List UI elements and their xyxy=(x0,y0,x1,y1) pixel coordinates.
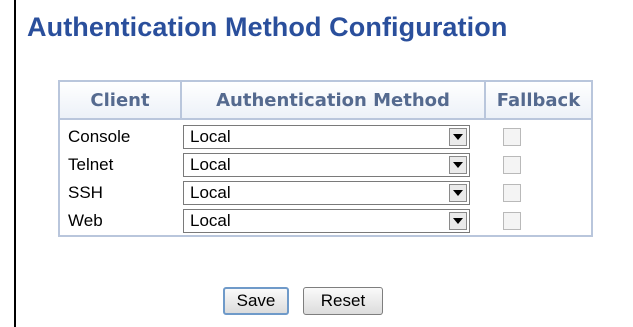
auth-method-table: Client Authentication Method Fallback Co… xyxy=(58,80,593,237)
reset-button[interactable]: Reset xyxy=(303,287,383,315)
client-label: Telnet xyxy=(68,155,114,174)
chevron-down-icon[interactable] xyxy=(449,212,467,230)
table-row: SSH Local xyxy=(59,179,592,207)
form-buttons: Save Reset xyxy=(223,287,383,315)
fallback-checkbox-telnet[interactable] xyxy=(503,156,521,174)
save-button[interactable]: Save xyxy=(223,287,289,315)
header-client: Client xyxy=(58,80,182,120)
fallback-checkbox-console[interactable] xyxy=(503,128,521,146)
fallback-checkbox-ssh[interactable] xyxy=(503,184,521,202)
table-row: Telnet Local xyxy=(59,151,592,179)
select-value: Local xyxy=(190,211,231,230)
page-title: Authentication Method Configuration xyxy=(27,12,508,42)
table-row: Web Local xyxy=(59,207,592,236)
client-label: Console xyxy=(68,127,131,146)
auth-method-select-console[interactable]: Local xyxy=(183,125,470,149)
client-label: SSH xyxy=(68,183,103,202)
select-value: Local xyxy=(190,127,231,146)
auth-method-select-ssh[interactable]: Local xyxy=(183,181,470,205)
header-auth-method: Authentication Method xyxy=(180,80,486,120)
auth-method-select-web[interactable]: Local xyxy=(183,209,470,233)
chevron-down-icon[interactable] xyxy=(449,184,467,202)
chevron-down-icon[interactable] xyxy=(449,156,467,174)
table-row: Console Local xyxy=(59,119,592,151)
chevron-down-icon[interactable] xyxy=(449,128,467,146)
fallback-checkbox-web[interactable] xyxy=(503,212,521,230)
table-header-row: Client Authentication Method Fallback xyxy=(58,80,593,120)
auth-method-select-telnet[interactable]: Local xyxy=(183,153,470,177)
header-fallback: Fallback xyxy=(484,80,593,120)
select-value: Local xyxy=(190,155,231,174)
client-label: Web xyxy=(68,211,103,230)
select-value: Local xyxy=(190,183,231,202)
